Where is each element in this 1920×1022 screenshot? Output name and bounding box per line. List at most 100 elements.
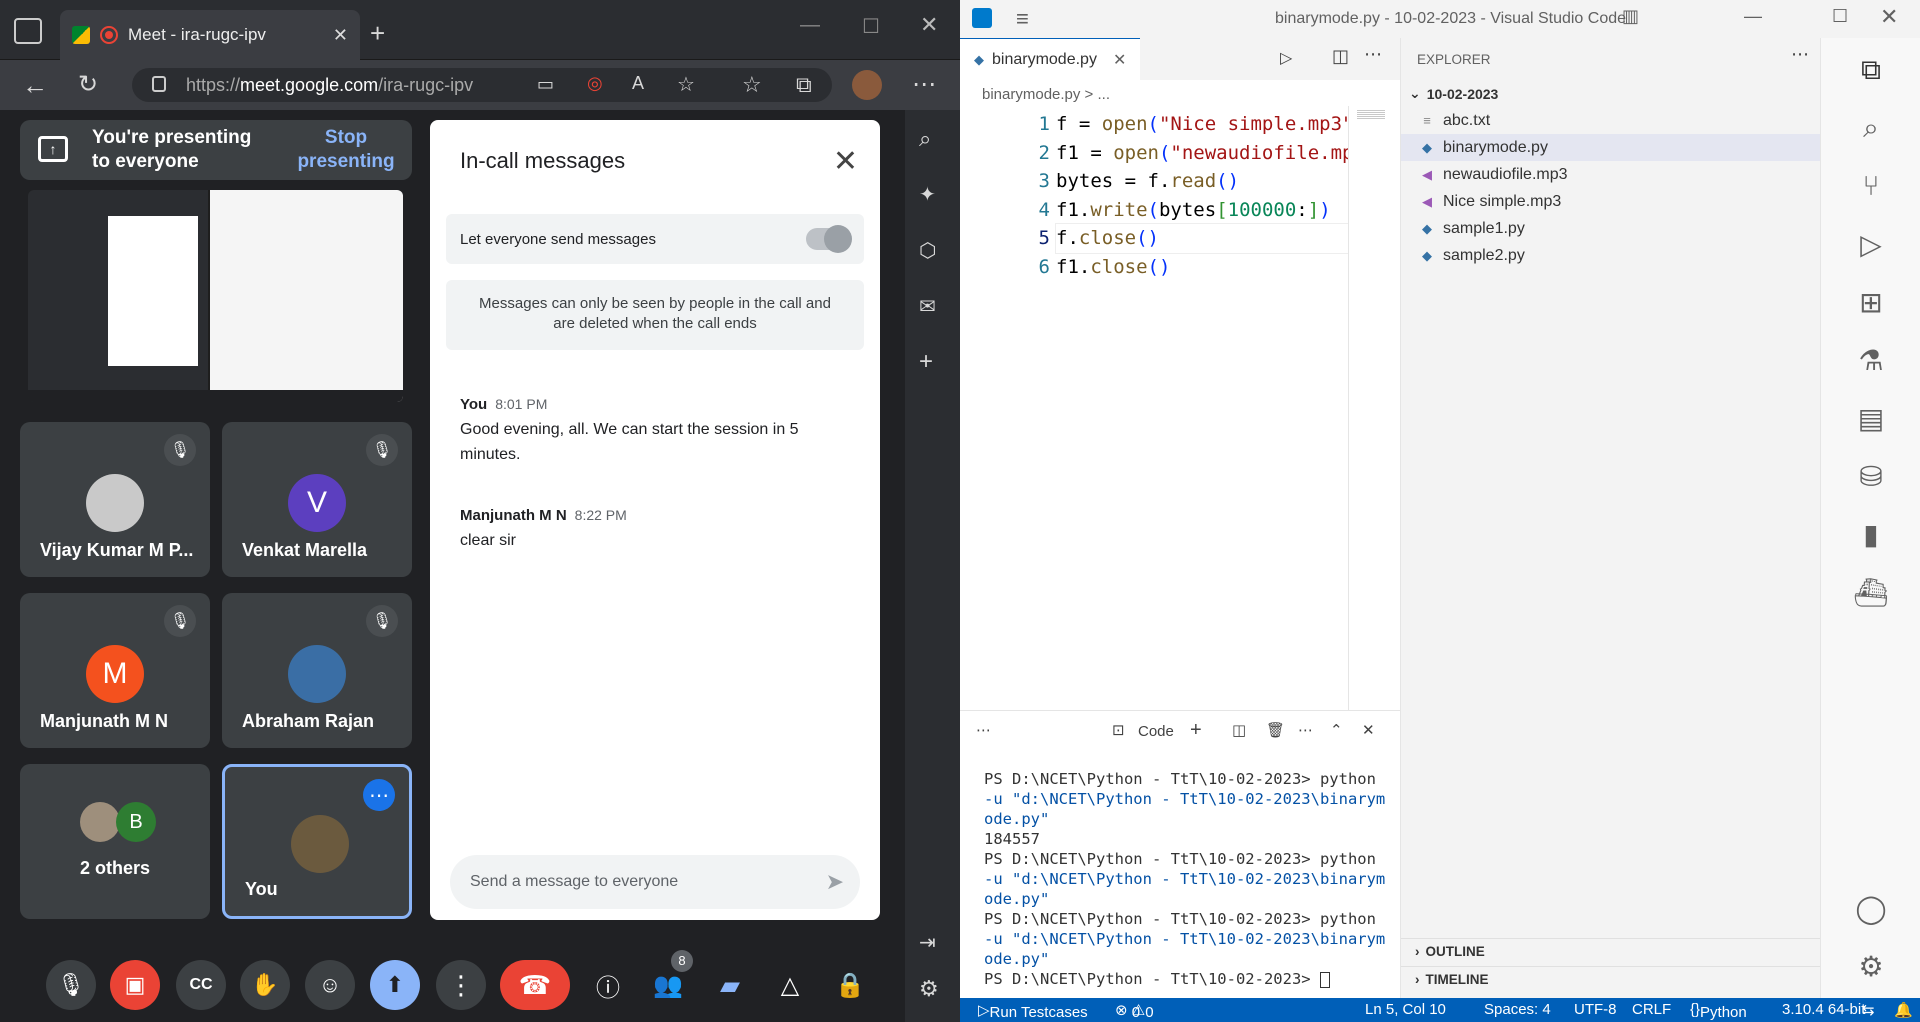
docker-icon[interactable]: ⛴ <box>1821 564 1920 620</box>
layout-toggle-icon[interactable]: ▥ <box>1622 6 1639 27</box>
close-chat-icon[interactable]: ✕ <box>833 144 858 179</box>
maximize-panel-icon[interactable]: ⌃ <box>1330 721 1343 739</box>
meeting-info-button[interactable]: ⓘ <box>583 960 633 1010</box>
close-window-icon[interactable]: ✕ <box>920 12 938 38</box>
collections-icon[interactable]: ⧉ <box>796 72 812 98</box>
reactions-button[interactable]: ☺ <box>305 960 355 1010</box>
camera-icon[interactable]: ▭ <box>537 74 554 95</box>
message-input[interactable]: Send a message to everyone ➤ <box>450 855 860 909</box>
outline-section[interactable]: › OUTLINE <box>1401 938 1821 964</box>
tab-actions-icon[interactable] <box>14 18 42 44</box>
minimap[interactable] <box>1348 106 1398 710</box>
panel-more-icon[interactable]: ⋯ <box>976 721 991 739</box>
cursor-position[interactable]: Ln 5, Col 10 <box>1365 1001 1446 1018</box>
chart-icon[interactable]: ▮ <box>1821 506 1920 562</box>
split-terminal-icon[interactable]: ◫ <box>1232 721 1246 739</box>
database-icon[interactable]: ⛁ <box>1821 448 1920 504</box>
read-aloud-icon[interactable]: A <box>632 73 644 94</box>
menu-icon[interactable]: ≡ <box>1016 6 1029 32</box>
source-control-icon[interactable]: ⑂ <box>1821 158 1920 214</box>
close-tab-icon[interactable]: ✕ <box>1113 50 1126 70</box>
add-sidebar-app-icon[interactable]: + <box>919 348 933 376</box>
folder-row[interactable]: ⌄ 10-02-2023 <box>1401 80 1821 107</box>
file-item[interactable]: ◀ newaudiofile.mp3 <box>1401 161 1821 188</box>
send-icon[interactable]: ➤ <box>826 869 844 895</box>
leave-call-button[interactable]: ☎ <box>500 960 570 1010</box>
file-item[interactable]: ◆ binarymode.py <box>1401 134 1821 161</box>
notebook-icon[interactable]: ▤ <box>1821 390 1920 446</box>
timeline-section[interactable]: › TIMELINE <box>1401 966 1821 992</box>
extensions-icon[interactable]: ⊞ <box>1821 274 1920 330</box>
terminal-name[interactable]: Code <box>1138 723 1174 740</box>
stop-presenting-button[interactable]: Stop presenting <box>296 126 396 174</box>
url-field[interactable]: https://meet.google.com/ira-rugc-ipv ▭ ◎… <box>132 68 832 102</box>
accounts-icon[interactable]: ◯ <box>1821 880 1920 936</box>
profile-avatar[interactable] <box>852 70 882 100</box>
problems-item[interactable]: ⊗ 0 ⚠ 0 <box>1115 1001 1154 1021</box>
send-messages-toggle[interactable] <box>806 225 852 253</box>
microphone-button[interactable]: 🎙 <box>46 960 96 1010</box>
language-mode[interactable]: {} Python <box>1690 1001 1747 1021</box>
notifications-icon[interactable]: 🔔 <box>1894 1001 1913 1019</box>
favorites-icon[interactable]: ☆ <box>742 72 762 98</box>
new-tab-icon[interactable]: + <box>370 18 385 49</box>
outlook-icon[interactable]: ✉ <box>919 294 936 319</box>
line-ending[interactable]: CRLF <box>1632 1001 1671 1018</box>
favorite-add-icon[interactable]: ☆ <box>677 72 695 97</box>
raise-hand-button[interactable]: ✋ <box>240 960 290 1010</box>
run-debug-icon[interactable]: ▷ <box>1821 216 1920 272</box>
activities-button[interactable]: △ <box>765 960 815 1010</box>
captions-button[interactable]: CC <box>176 960 226 1010</box>
split-editor-icon[interactable]: ◫ <box>1332 46 1349 67</box>
file-item[interactable]: ◆ sample2.py <box>1401 242 1821 269</box>
indentation[interactable]: Spaces: 4 <box>1484 1001 1551 1018</box>
explorer-more-icon[interactable]: ⋯ <box>1791 44 1809 65</box>
python-interpreter[interactable]: 3.10.4 64-bit <box>1782 1001 1865 1018</box>
notification-blocked-icon[interactable]: ◎ <box>587 73 603 94</box>
back-icon[interactable]: ← <box>22 70 48 101</box>
search-icon[interactable]: ⌕ <box>1821 100 1920 156</box>
file-item[interactable]: ◀ Nice simple.mp3 <box>1401 188 1821 215</box>
participant-tile[interactable]: B 2 others <box>20 764 210 919</box>
search-icon[interactable]: ⌕ <box>919 126 931 152</box>
host-controls-button[interactable]: 🔒 <box>825 960 875 1010</box>
settings-icon[interactable]: ⚙ <box>919 976 939 1002</box>
more-options-button[interactable]: ⋮ <box>436 960 486 1010</box>
maximize-icon[interactable]: ☐ <box>1832 6 1848 27</box>
maximize-icon[interactable]: ☐ <box>862 14 880 39</box>
code-editor[interactable]: 1 f = open("Nice simple.mp3" 2 f1 = open… <box>960 110 1348 710</box>
minimize-icon[interactable]: — <box>800 14 820 37</box>
encoding[interactable]: UTF-8 <box>1574 1001 1617 1018</box>
participant-tile[interactable]: 🎙 V Venkat Marella <box>222 422 412 577</box>
delete-terminal-icon[interactable]: 🗑 <box>1266 721 1285 739</box>
participant-tile[interactable]: 🎙 M Manjunath M N <box>20 593 210 748</box>
editor-more-icon[interactable]: ⋯ <box>1364 44 1382 65</box>
games-icon[interactable]: ⬡ <box>919 238 936 263</box>
close-tab-icon[interactable]: ✕ <box>333 25 348 46</box>
camera-off-button[interactable]: ▣ <box>110 960 160 1010</box>
breadcrumb[interactable]: binarymode.py > ... <box>982 86 1110 103</box>
browser-tab[interactable]: Meet - ira-rugc-ipv ✕ <box>60 10 360 60</box>
testing-icon[interactable]: ⚗ <box>1821 332 1920 388</box>
new-terminal-icon[interactable]: + <box>1190 719 1202 742</box>
file-item[interactable]: ◆ sample1.py <box>1401 215 1821 242</box>
minimize-icon[interactable]: — <box>1744 6 1762 27</box>
hide-sidebar-icon[interactable]: ⇥ <box>919 930 936 955</box>
more-menu-icon[interactable]: ⋯ <box>912 70 936 99</box>
editor-tab[interactable]: ◆ binarymode.py ✕ <box>960 38 1140 80</box>
self-tile[interactable]: ⋯ You <box>222 764 412 919</box>
manage-gear-icon[interactable]: ⚙ <box>1821 938 1920 994</box>
terminal-more-icon[interactable]: ⋯ <box>1298 721 1313 739</box>
file-item[interactable]: ≡ abc.txt <box>1401 107 1821 134</box>
feedback-icon[interactable]: ⇆ <box>1862 1001 1875 1019</box>
participant-tile[interactable]: 🎙 Abraham Rajan <box>222 593 412 748</box>
run-testcases-item[interactable]: ▷ Run Testcases <box>978 1001 1088 1021</box>
copilot-icon[interactable]: ✦ <box>919 182 936 207</box>
present-button[interactable]: ⬆ <box>370 960 420 1010</box>
explorer-icon[interactable]: ⧉ <box>1821 42 1920 98</box>
close-panel-icon[interactable]: ✕ <box>1362 721 1375 739</box>
chat-button[interactable]: ▰ <box>705 960 755 1010</box>
close-window-icon[interactable]: ✕ <box>1880 4 1898 30</box>
refresh-icon[interactable]: ↻ <box>78 70 98 99</box>
terminal-output[interactable]: PS D:\NCET\Python - TtT\10-02-2023> pyth… <box>984 769 1394 989</box>
